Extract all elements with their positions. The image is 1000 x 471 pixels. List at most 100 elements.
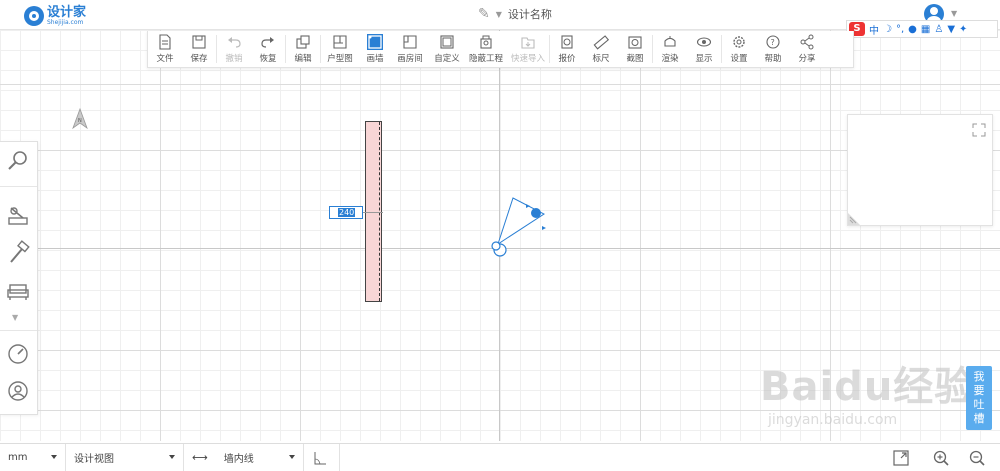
toolbar-settings-button[interactable]: 设置 (722, 31, 756, 67)
logo-mark-icon (24, 6, 44, 26)
wall-length-input[interactable]: 240 (329, 206, 363, 219)
toolbar-floorplan-button[interactable]: 户型图 (321, 31, 359, 67)
unit-select[interactable]: mm (0, 444, 66, 471)
chevron-down-icon: ▼ (495, 9, 502, 19)
toolbar-label: 画墙 (366, 54, 384, 64)
ime-mode[interactable]: 中 (869, 22, 879, 37)
search-icon[interactable] (5, 148, 31, 174)
expand-icon[interactable] (972, 123, 986, 137)
render-icon (664, 36, 676, 47)
toolbar-label: 画房间 (397, 54, 423, 64)
toolbar-quick-import-button[interactable]: 快速导入 (507, 31, 549, 67)
chevron-down-icon[interactable]: ▼ (951, 9, 957, 18)
feedback-button[interactable]: 我要吐槽 (966, 366, 992, 430)
toolbar-save-button[interactable]: 保存 (182, 31, 216, 67)
wall-line-select[interactable]: ⟷ 墙内线 (184, 444, 304, 471)
toolbar-label: 截图 (626, 54, 644, 64)
toolbar-label: 自定义 (434, 54, 460, 64)
moon-icon[interactable]: ☽ (883, 24, 892, 35)
toolbar-label: 文件 (156, 54, 174, 64)
share-icon (800, 34, 814, 50)
settings-icon (733, 36, 745, 48)
status-bar: mm 设计视图 ⟷ 墙内线 (0, 443, 1000, 471)
left-tool-panel: ▼ (0, 141, 38, 415)
design-canvas[interactable]: N 240 (0, 30, 1000, 441)
gauge-icon[interactable] (5, 341, 31, 367)
user-icon[interactable]: ♙ (934, 24, 943, 35)
chevron-down-icon[interactable]: ▼ (12, 313, 18, 322)
screenshot-icon (628, 36, 642, 49)
toolbar-help-button[interactable]: ? 帮助 (756, 31, 790, 67)
toolbar-label: 设置 (730, 54, 748, 64)
draw-room-icon (403, 35, 417, 49)
toolbar-label: 编辑 (294, 54, 312, 64)
toolbar-screenshot-button[interactable]: 截图 (618, 31, 652, 67)
toolbar-label: 显示 (695, 54, 713, 64)
quick-import-icon (521, 37, 535, 49)
svg-text:?: ? (771, 38, 775, 47)
construction-icon[interactable] (5, 202, 31, 228)
minimap-panel[interactable] (847, 114, 993, 226)
toolbar-draw-wall-button[interactable]: 画墙 (359, 31, 391, 67)
hidden-works-icon (480, 35, 492, 49)
view-select[interactable]: 设计视图 (66, 444, 184, 471)
logo[interactable]: 设计家 Shejijia.com (24, 4, 86, 28)
keyboard-icon[interactable]: ▦ (921, 24, 930, 35)
profile-icon[interactable] (5, 378, 31, 404)
toolbar-label: 隐蔽工程 (468, 54, 503, 64)
compass-icon[interactable]: N (72, 108, 88, 130)
punctuation-icon[interactable]: °, (896, 24, 904, 35)
toolbar-ruler-button[interactable]: 标尺 (584, 31, 618, 67)
wrench-icon[interactable]: ✦ (959, 24, 967, 35)
wall-width-icon: ⟷ (192, 451, 208, 464)
quote-icon (561, 35, 573, 49)
redo-icon (261, 37, 274, 48)
toolbar-quote-button[interactable]: 报价 (550, 31, 584, 67)
edit-icon (296, 35, 310, 49)
toolbar-label: 保存 (190, 54, 208, 64)
toolbar-render-button[interactable]: 渲染 (653, 31, 687, 67)
zoom-in-icon[interactable] (932, 449, 950, 467)
skin-icon[interactable]: ▼ (947, 24, 955, 35)
toolbar-label: 标尺 (592, 54, 610, 64)
toolbar-undo-button[interactable]: 撤销 (217, 31, 251, 67)
svg-text:N: N (78, 118, 82, 124)
toolbar-redo-button[interactable]: 恢复 (251, 31, 285, 67)
camera-icon[interactable] (486, 194, 556, 262)
draw-wall-icon (367, 34, 383, 50)
display-icon (696, 37, 712, 47)
toolbar-draw-room-button[interactable]: 画房间 (391, 31, 429, 67)
toolbar-share-button[interactable]: 分享 (790, 31, 824, 67)
floorplan-icon (333, 35, 347, 49)
undo-icon (228, 37, 241, 48)
microphone-icon[interactable]: ● (908, 24, 917, 35)
resize-handle-icon[interactable] (848, 209, 864, 225)
help-icon: ? (766, 35, 780, 49)
toolbar-label: 分享 (798, 54, 816, 64)
dimension-line (363, 212, 383, 213)
design-title[interactable]: ✎ ▼ 设计名称 (478, 6, 552, 22)
ime-toolbar[interactable]: S 中 ☽ °, ● ▦ ♙ ▼ ✦ (846, 20, 998, 38)
toolbar-label: 报价 (558, 54, 576, 64)
toolbar-hidden-works-button[interactable]: 隐蔽工程 (465, 31, 507, 67)
hammer-icon[interactable] (5, 240, 31, 266)
angle-icon (314, 451, 326, 464)
zoom-out-icon[interactable] (968, 449, 986, 467)
toolbar-display-button[interactable]: 显示 (687, 31, 721, 67)
toolbar-label: 撤销 (225, 54, 243, 64)
pencil-icon: ✎ (478, 6, 490, 22)
toolbar-label: 快速导入 (510, 54, 545, 64)
logo-name: 设计家 (47, 5, 87, 20)
angle-toggle[interactable] (304, 444, 340, 471)
toolbar-label: 渲染 (661, 54, 679, 64)
fit-screen-icon[interactable] (892, 449, 910, 467)
design-name[interactable]: 设计名称 (508, 6, 552, 22)
toolbar-label: 恢复 (259, 54, 277, 64)
save-icon (192, 35, 206, 49)
furniture-icon[interactable] (5, 278, 31, 304)
logo-domain: Shejijia.com (47, 19, 84, 26)
toolbar-custom-button[interactable]: 自定义 (429, 31, 465, 67)
toolbar-edit-button[interactable]: 编辑 (286, 31, 320, 67)
toolbar-file-button[interactable]: 文件 (148, 31, 182, 67)
custom-icon (440, 35, 454, 49)
